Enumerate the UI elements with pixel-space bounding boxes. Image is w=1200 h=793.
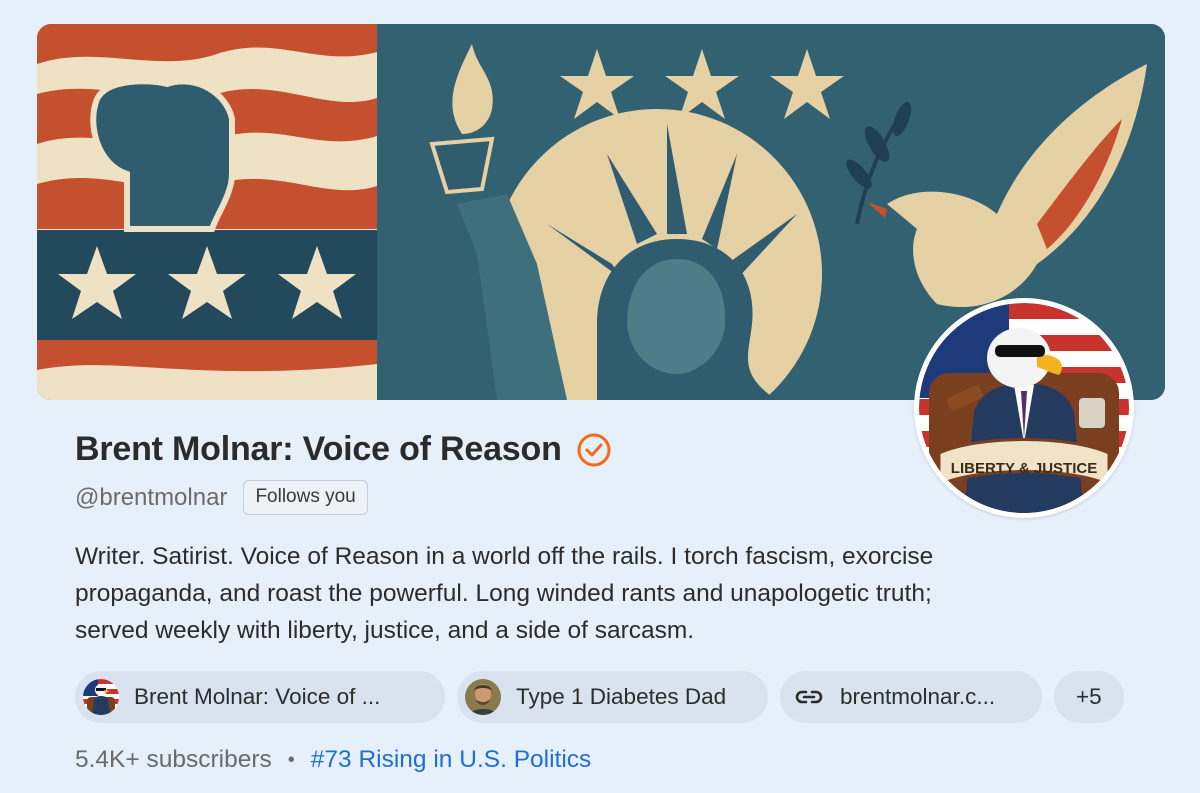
name-row: Brent Molnar: Voice of Reason — [75, 430, 612, 469]
chip-label: Type 1 Diabetes Dad — [516, 684, 727, 709]
website-link-chip[interactable]: brentmolnar.c... — [780, 671, 1042, 723]
profile-chip-diabetes-dad[interactable]: Type 1 Diabetes Dad — [457, 671, 768, 723]
subscriber-count: 5.4K+ subscribers — [75, 746, 272, 773]
handle-row: @brentmolnar Follows you — [75, 480, 368, 515]
more-links-chip[interactable]: +5 — [1054, 671, 1124, 723]
profile-avatar[interactable]: LIBERTY & JUSTICE — [914, 298, 1134, 518]
verified-check-icon — [576, 432, 612, 468]
chip-label: Brent Molnar: Voice of ... — [134, 684, 381, 709]
bio-line: propaganda, and roast the powerful. Long… — [75, 580, 932, 607]
separator-dot: • — [287, 748, 295, 771]
eagle-avatar-image: LIBERTY & JUSTICE — [919, 303, 1129, 513]
chip-label: +5 — [1076, 684, 1102, 709]
link-icon — [794, 682, 824, 712]
publication-chip[interactable]: Brent Molnar: Voice of ... — [75, 671, 445, 723]
ranking-link[interactable]: #73 Rising in U.S. Politics — [311, 746, 592, 774]
eagle-avatar-icon — [83, 679, 119, 715]
person-avatar-icon — [465, 679, 501, 715]
profile-name: Brent Molnar: Voice of Reason — [75, 430, 562, 468]
chip-label: brentmolnar.c... — [840, 684, 996, 709]
profile-handle: @brentmolnar — [75, 483, 228, 511]
bio-line: served weekly with liberty, justice, and… — [75, 617, 695, 644]
bio-line: Writer. Satirist. Voice of Reason in a w… — [75, 543, 934, 570]
avatar-ribbon-text: LIBERTY & JUSTICE — [951, 460, 1097, 477]
profile-stats: 5.4K+ subscribers • #73 Rising in U.S. P… — [75, 746, 591, 774]
follows-you-badge: Follows you — [243, 480, 368, 515]
profile-links: Brent Molnar: Voice of ... Type 1 Diabet… — [75, 671, 1124, 723]
profile-bio: Writer. Satirist. Voice of Reason in a w… — [75, 538, 1115, 649]
